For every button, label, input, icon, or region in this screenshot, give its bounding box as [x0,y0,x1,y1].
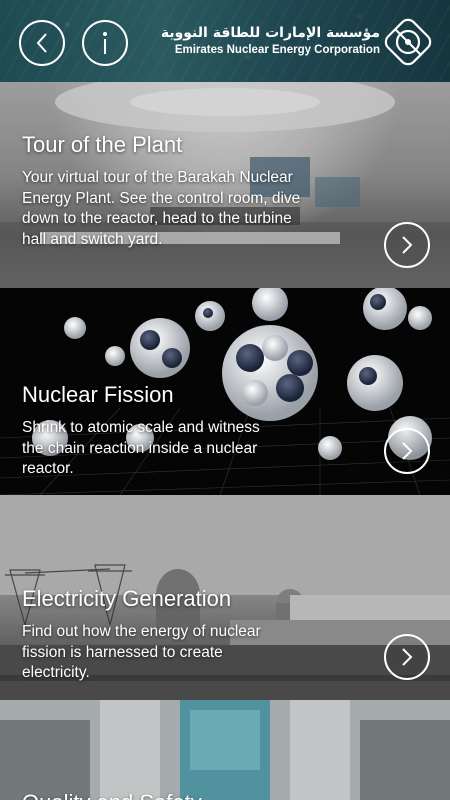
card-title: Tour of the Plant [22,132,183,157]
open-electricity-button[interactable] [384,634,430,680]
info-icon [103,32,107,54]
card-title: Quality and Safety [22,790,202,800]
card-nuclear-fission[interactable]: Nuclear Fission Shrink to atomic scale a… [0,288,450,495]
chevron-right-icon [402,648,413,666]
card-quality-and-safety[interactable]: Quality and Safety [0,700,450,800]
info-button[interactable] [82,20,128,66]
enec-logo-icon [384,18,432,66]
app-header: مؤسسة الإمارات للطاقة النووية Emirates N… [0,0,450,82]
enec-logo-text: مؤسسة الإمارات للطاقة النووية Emirates N… [158,24,380,58]
reactor-building-image [0,700,450,800]
chevron-right-icon [402,442,413,460]
card-electricity-generation[interactable]: Electricity Generation Find out how the … [0,495,450,700]
open-fission-button[interactable] [384,428,430,474]
card-description: Find out how the energy of nuclear fissi… [22,623,261,681]
card-title: Nuclear Fission [22,382,174,407]
logo-arabic-text: مؤسسة الإمارات للطاقة النووية [160,25,380,41]
card-description: Shrink to atomic scale and witness the c… [22,419,260,477]
back-button[interactable] [19,20,65,66]
chevron-right-icon [402,236,413,254]
card-description: Your virtual tour of the Barakah Nuclear… [22,169,301,248]
open-tour-button[interactable] [384,222,430,268]
chevron-left-icon [36,33,47,53]
card-title: Electricity Generation [22,586,232,611]
card-tour-of-the-plant[interactable]: Tour of the Plant Your virtual tour of t… [0,82,450,288]
logo-english-text: Emirates Nuclear Energy Corporation [174,44,380,56]
